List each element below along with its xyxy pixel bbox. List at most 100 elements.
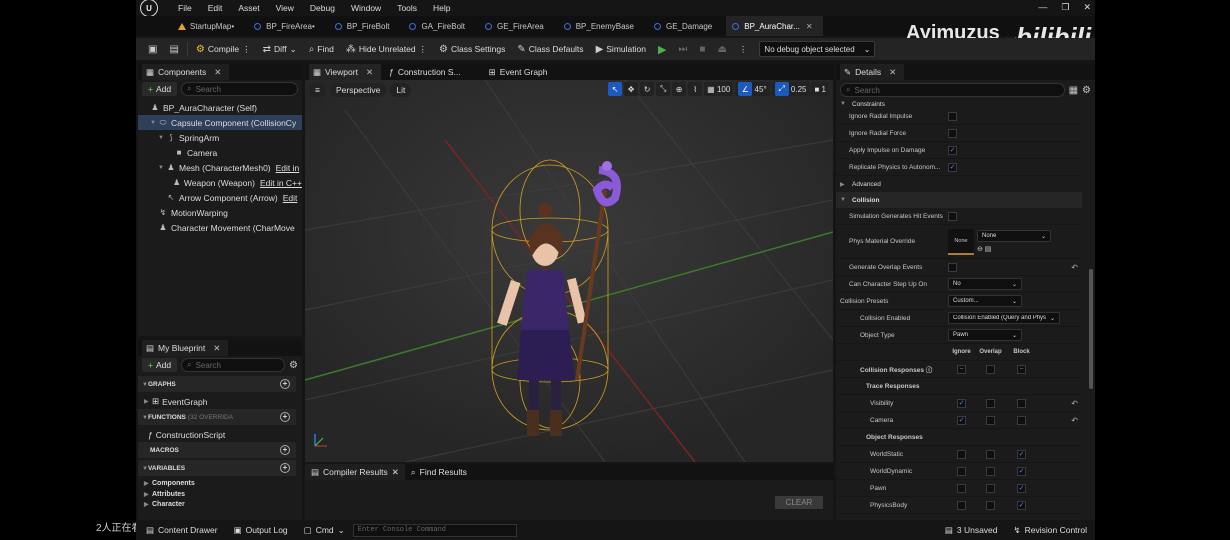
settings-gear-icon[interactable]: ⚙	[1082, 85, 1091, 96]
expand-arrow-icon[interactable]: ▼	[840, 101, 848, 107]
tab-compiler-results[interactable]: ▤ Compiler Results ✕	[305, 464, 405, 480]
overlap-checkbox[interactable]	[986, 483, 995, 493]
ignore-checkbox[interactable]	[957, 500, 966, 510]
overlap-checkbox[interactable]	[986, 364, 995, 374]
settings-gear-icon[interactable]: ⚙	[289, 360, 298, 371]
overlap-checkbox[interactable]	[986, 449, 995, 459]
viewport-menu-button[interactable]: ≡	[309, 83, 326, 97]
menu-view[interactable]: View	[268, 3, 302, 13]
expand-arrow-icon[interactable]: ▼	[150, 120, 158, 126]
checkbox[interactable]: ✓	[948, 162, 957, 172]
simulation-button[interactable]: ▶ Simulation	[590, 40, 652, 58]
tab-bp-firebolt[interactable]: BP_FireBolt	[329, 16, 400, 36]
add-function-icon[interactable]: +	[280, 412, 290, 422]
ignore-checkbox[interactable]	[957, 466, 966, 476]
ignore-checkbox[interactable]	[957, 449, 966, 459]
expand-arrow-icon[interactable]: ▶	[840, 181, 848, 188]
add-graph-icon[interactable]: +	[280, 379, 290, 389]
viewport-3d[interactable]: ≡ Perspective Lit ↖ ✥ ↻ ⤡ ⊕ ⌇ ▦ 100 ∠ 45…	[305, 80, 833, 462]
camera-speed-button[interactable]: ■ 1	[811, 82, 829, 96]
ignore-checkbox[interactable]: ✓	[957, 398, 966, 408]
tab-find-results[interactable]: ⌕ Find Results	[405, 467, 473, 478]
menu-help[interactable]: Help	[425, 3, 458, 13]
overlap-checkbox[interactable]	[986, 398, 995, 408]
close-icon[interactable]: ✕	[214, 67, 221, 78]
close-icon[interactable]: ✕	[213, 343, 220, 354]
step-button[interactable]: ⏭	[672, 40, 693, 58]
overlap-checkbox[interactable]	[986, 415, 995, 425]
checkbox[interactable]: ✓	[948, 145, 957, 155]
event-graph-item[interactable]: ▶ ⊞ EventGraph	[138, 394, 296, 409]
class-defaults-button[interactable]: ✎ Class Defaults	[511, 40, 589, 58]
stop-button[interactable]: ■	[693, 40, 711, 58]
reset-arrow-icon[interactable]: ↶	[1071, 416, 1078, 425]
blueprint-search-input[interactable]: ⌕ Search	[181, 358, 286, 372]
compile-button[interactable]: ⚙ Compile ⋮	[190, 40, 257, 58]
close-icon[interactable]: ✕	[392, 467, 399, 478]
lit-button[interactable]: Lit	[390, 83, 412, 97]
unsaved-button[interactable]: ▤ 3 Unsaved	[937, 520, 1006, 540]
menu-edit[interactable]: Edit	[200, 3, 231, 13]
block-checkbox[interactable]: ✓	[1017, 483, 1026, 493]
grid-snap-button[interactable]: ▦ 100	[704, 82, 734, 96]
translate-icon[interactable]: ✥	[624, 82, 639, 96]
component-row[interactable]: ▼ ⟆ SpringArm	[138, 130, 302, 145]
rotation-snap-button[interactable]: ∠ 45°	[735, 82, 770, 96]
block-checkbox[interactable]: ✓	[1017, 449, 1026, 459]
tab-ge-damage[interactable]: GE_Damage	[648, 16, 722, 36]
component-row[interactable]: ♟ BP_AuraCharacter (Self)	[138, 100, 302, 115]
details-scrollbar[interactable]	[1089, 269, 1093, 389]
close-icon[interactable]: ✕	[889, 67, 896, 78]
clear-button[interactable]: CLEAR	[775, 496, 823, 509]
block-checkbox[interactable]	[1017, 398, 1026, 408]
collision-enabled-dropdown[interactable]: Collision Enabled (Query and Phys ⌄	[948, 312, 1060, 324]
menu-asset[interactable]: Asset	[230, 3, 267, 13]
tab-ga-firebolt[interactable]: GA_FireBolt	[403, 16, 475, 36]
more-icon[interactable]: ⋮	[242, 44, 251, 55]
checkbox[interactable]	[948, 128, 957, 138]
block-checkbox[interactable]	[1017, 415, 1026, 425]
component-row[interactable]: ↯ MotionWarping	[138, 205, 302, 220]
components-tab[interactable]: ▦ Components ✕	[142, 64, 230, 80]
graphs-category[interactable]: ▼GRAPHS +	[138, 376, 296, 392]
edit-in-cpp-link[interactable]: Edit	[283, 193, 298, 203]
overlap-checkbox[interactable]	[986, 466, 995, 476]
phys-material-dropdown[interactable]: None ⌄	[977, 230, 1051, 242]
block-checkbox[interactable]: −	[1017, 364, 1026, 374]
variable-group-attributes[interactable]: ▶ Attributes	[138, 489, 296, 500]
component-row[interactable]: ▼ ♟ Mesh (CharacterMesh0) Edit in	[138, 160, 302, 175]
add-macro-icon[interactable]: +	[280, 445, 290, 455]
phys-material-thumbnail[interactable]: None	[948, 228, 974, 255]
menu-window[interactable]: Window	[343, 3, 389, 13]
component-row[interactable]: ♟ Character Movement (CharMove	[138, 220, 302, 235]
tab-viewport[interactable]: ▦ Viewport ✕	[309, 64, 382, 80]
tab-construction-script[interactable]: ƒ Construction S...	[385, 64, 469, 80]
component-row[interactable]: ↖ Arrow Component (Arrow) Edit	[138, 190, 302, 205]
component-row[interactable]: ♟ Weapon (Weapon) Edit in C++	[138, 175, 302, 190]
tab-bp-aurachar[interactable]: BP_AuraChar... ✕	[726, 16, 823, 36]
reset-arrow-icon[interactable]: ↶	[1071, 399, 1078, 408]
components-search-input[interactable]: ⌕ Search	[181, 82, 298, 96]
add-component-button[interactable]: + Add	[142, 82, 178, 96]
construction-script-item[interactable]: ƒ ConstructionScript	[138, 427, 296, 442]
diff-button[interactable]: ⇄ Diff ⌄	[257, 40, 303, 58]
collision-section[interactable]: ▼ Collision	[836, 192, 1082, 208]
perspective-button[interactable]: Perspective	[329, 83, 387, 97]
menu-file[interactable]: File	[170, 3, 200, 13]
revision-control-button[interactable]: ↯ Revision Control	[1006, 520, 1096, 540]
table-view-icon[interactable]: ▦	[1069, 85, 1078, 96]
variable-group-components[interactable]: ▶ Components	[138, 478, 296, 489]
class-settings-button[interactable]: ⚙ Class Settings	[433, 40, 511, 58]
menu-debug[interactable]: Debug	[302, 3, 343, 13]
add-member-button[interactable]: + Add	[142, 358, 178, 372]
unreal-logo-icon[interactable]: U	[140, 0, 158, 17]
macros-category[interactable]: MACROS +	[138, 442, 296, 458]
variables-category[interactable]: ▼VARIABLES +	[138, 460, 296, 476]
content-drawer-button[interactable]: ▤ Content Drawer	[136, 520, 226, 540]
close-icon[interactable]: ✕	[366, 67, 373, 78]
edit-in-cpp-link[interactable]: Edit in	[276, 163, 300, 173]
close-tab-icon[interactable]: ✕	[806, 22, 813, 31]
my-blueprint-tab[interactable]: ▤ My Blueprint ✕	[142, 340, 229, 356]
maximize-icon[interactable]: ❐	[1061, 2, 1069, 13]
component-row[interactable]: ▼ ⬭ Capsule Component (CollisionCy	[138, 115, 302, 130]
